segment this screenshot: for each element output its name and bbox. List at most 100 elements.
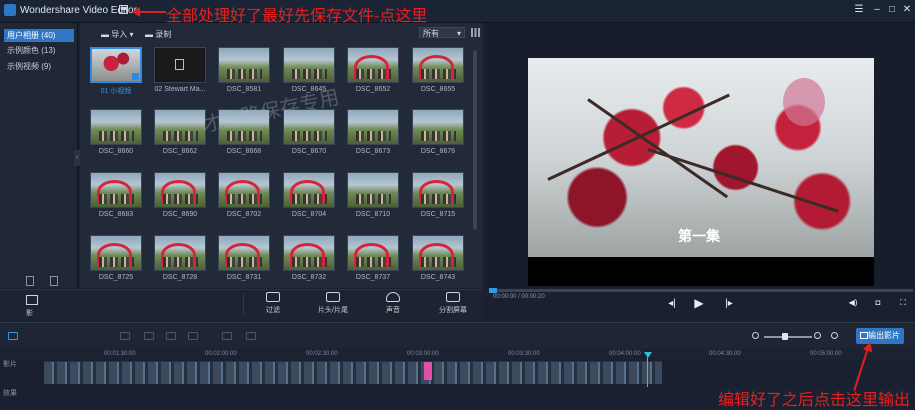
save-icon[interactable] — [119, 5, 128, 14]
riders-shape — [98, 257, 134, 267]
filmstrip-icon[interactable] — [26, 295, 38, 305]
media-thumbnail[interactable] — [154, 235, 206, 271]
minimize-icon[interactable]: – — [871, 4, 883, 16]
preview-progress-fill[interactable] — [489, 288, 498, 293]
media-label: DSC_8743 — [420, 274, 456, 281]
timeline-ruler[interactable] — [0, 348, 915, 360]
media-thumbnail[interactable] — [412, 172, 464, 208]
riders-shape — [420, 69, 456, 79]
media-thumbnail[interactable] — [347, 109, 399, 145]
media-thumbnail[interactable] — [90, 109, 142, 145]
media-thumbnail[interactable] — [154, 109, 206, 145]
maximize-icon[interactable]: □ — [886, 4, 898, 16]
riders-shape — [291, 131, 327, 141]
media-scrollbar[interactable] — [473, 50, 477, 230]
playhead-icon[interactable] — [644, 352, 652, 358]
media-thumbnail[interactable] — [283, 172, 335, 208]
prev-frame-icon[interactable]: ◂| — [665, 298, 679, 309]
tool-split-screen[interactable]: 分割屏幕 — [428, 292, 478, 315]
media-label: DSC_8731 — [226, 274, 262, 281]
category-user-album[interactable]: 用户相册 (40) — [4, 29, 74, 42]
media-thumbnail[interactable] — [90, 172, 142, 208]
grid-view-icon[interactable] — [471, 28, 480, 37]
preview-video[interactable]: 第一集 — [528, 58, 874, 286]
thumbnail-image — [413, 48, 463, 82]
playhead-line[interactable] — [647, 357, 648, 387]
timeline-mode-icon[interactable] — [8, 332, 18, 340]
tool-sound[interactable]: 声音 — [368, 292, 418, 315]
split-icon[interactable] — [222, 332, 232, 340]
category-sample-colors[interactable]: 示例颜色 (13) — [4, 44, 74, 57]
snapshot-icon[interactable]: ◘ — [871, 298, 885, 307]
media-thumbnail[interactable] — [90, 235, 142, 271]
preview-progress-track[interactable] — [489, 289, 913, 292]
branch-shape — [587, 98, 729, 199]
riders-shape — [226, 257, 262, 267]
clip-marker[interactable] — [424, 362, 432, 380]
riders-shape — [355, 69, 391, 79]
media-label: DSC_8704 — [291, 211, 327, 218]
delete-icon[interactable] — [166, 332, 176, 340]
media-thumbnail[interactable] — [154, 172, 206, 208]
selected-badge-icon — [132, 73, 139, 80]
riders-shape — [226, 194, 262, 204]
undo-icon[interactable] — [120, 332, 130, 340]
redo-icon[interactable] — [144, 332, 154, 340]
zoom-slider-knob[interactable] — [782, 333, 788, 340]
media-thumbnail[interactable] — [218, 47, 270, 83]
import-button[interactable]: ▬ 导入 ▾ — [101, 29, 133, 40]
media-label: DSC_8728 — [162, 274, 198, 281]
media-thumbnail[interactable] — [412, 47, 464, 83]
video-subtitle: 第一集 — [678, 229, 720, 245]
media-thumbnail[interactable] — [90, 47, 142, 83]
tool-filter[interactable]: 过滤 — [248, 292, 298, 315]
riders-shape — [226, 131, 262, 141]
volume-icon[interactable]: ◀) — [846, 298, 860, 307]
category-sample-videos[interactable]: 示例视频 (9) — [4, 60, 74, 73]
media-label: DSC_8732 — [291, 274, 327, 281]
filter-select[interactable]: 所有 ▾ — [419, 27, 465, 38]
media-thumbnail[interactable] — [347, 235, 399, 271]
media-thumbnail[interactable] — [154, 47, 206, 83]
media-thumbnail[interactable] — [412, 109, 464, 145]
zoom-fit-icon[interactable] — [831, 332, 838, 339]
export-button[interactable]: 输出影片 — [856, 328, 904, 344]
media-label: DSC_8652 — [355, 86, 391, 93]
video-track[interactable] — [44, 361, 662, 384]
mic-icon[interactable] — [188, 332, 198, 340]
next-frame-icon[interactable]: |▸ — [722, 298, 736, 309]
media-thumbnail[interactable] — [347, 47, 399, 83]
ruler-tick-label: 00:03:00:00 — [407, 351, 439, 357]
thumbnail-image — [413, 173, 463, 207]
thumbnail-image — [413, 236, 463, 270]
menu-icon[interactable]: ☰ — [853, 4, 865, 16]
zoom-out-icon[interactable] — [752, 332, 759, 339]
play-icon[interactable]: ▶ — [692, 296, 706, 310]
thumbnail-image — [413, 110, 463, 144]
thumbnail-image — [348, 173, 398, 207]
add-folder-icon[interactable] — [26, 276, 34, 286]
thumbnail-image — [155, 48, 205, 82]
fullscreen-icon[interactable]: ⛶ — [896, 298, 910, 308]
headphones-icon — [386, 292, 400, 302]
media-thumbnail[interactable] — [347, 172, 399, 208]
riders-shape — [98, 194, 134, 204]
tool-titles[interactable]: 片头/片尾 — [308, 292, 358, 315]
zoom-slider[interactable] — [764, 336, 812, 338]
thumbnail-image — [219, 236, 269, 270]
tool-filter-label: 过滤 — [266, 307, 280, 314]
crop-icon[interactable] — [246, 332, 256, 340]
zoom-in-icon[interactable] — [814, 332, 821, 339]
thumbnail-image — [91, 173, 141, 207]
media-thumbnail[interactable] — [218, 235, 270, 271]
record-button[interactable]: ▬ 录制 — [145, 29, 171, 40]
media-thumbnail[interactable] — [412, 235, 464, 271]
filter-icon — [266, 292, 280, 302]
media-thumbnail[interactable] — [283, 235, 335, 271]
media-thumbnail[interactable] — [218, 172, 270, 208]
riders-shape — [355, 131, 391, 141]
close-icon[interactable]: ✕ — [901, 4, 913, 16]
delete-folder-icon[interactable] — [50, 276, 58, 286]
chevron-down-icon: ▾ — [456, 29, 461, 38]
media-thumbnail[interactable] — [283, 47, 335, 83]
